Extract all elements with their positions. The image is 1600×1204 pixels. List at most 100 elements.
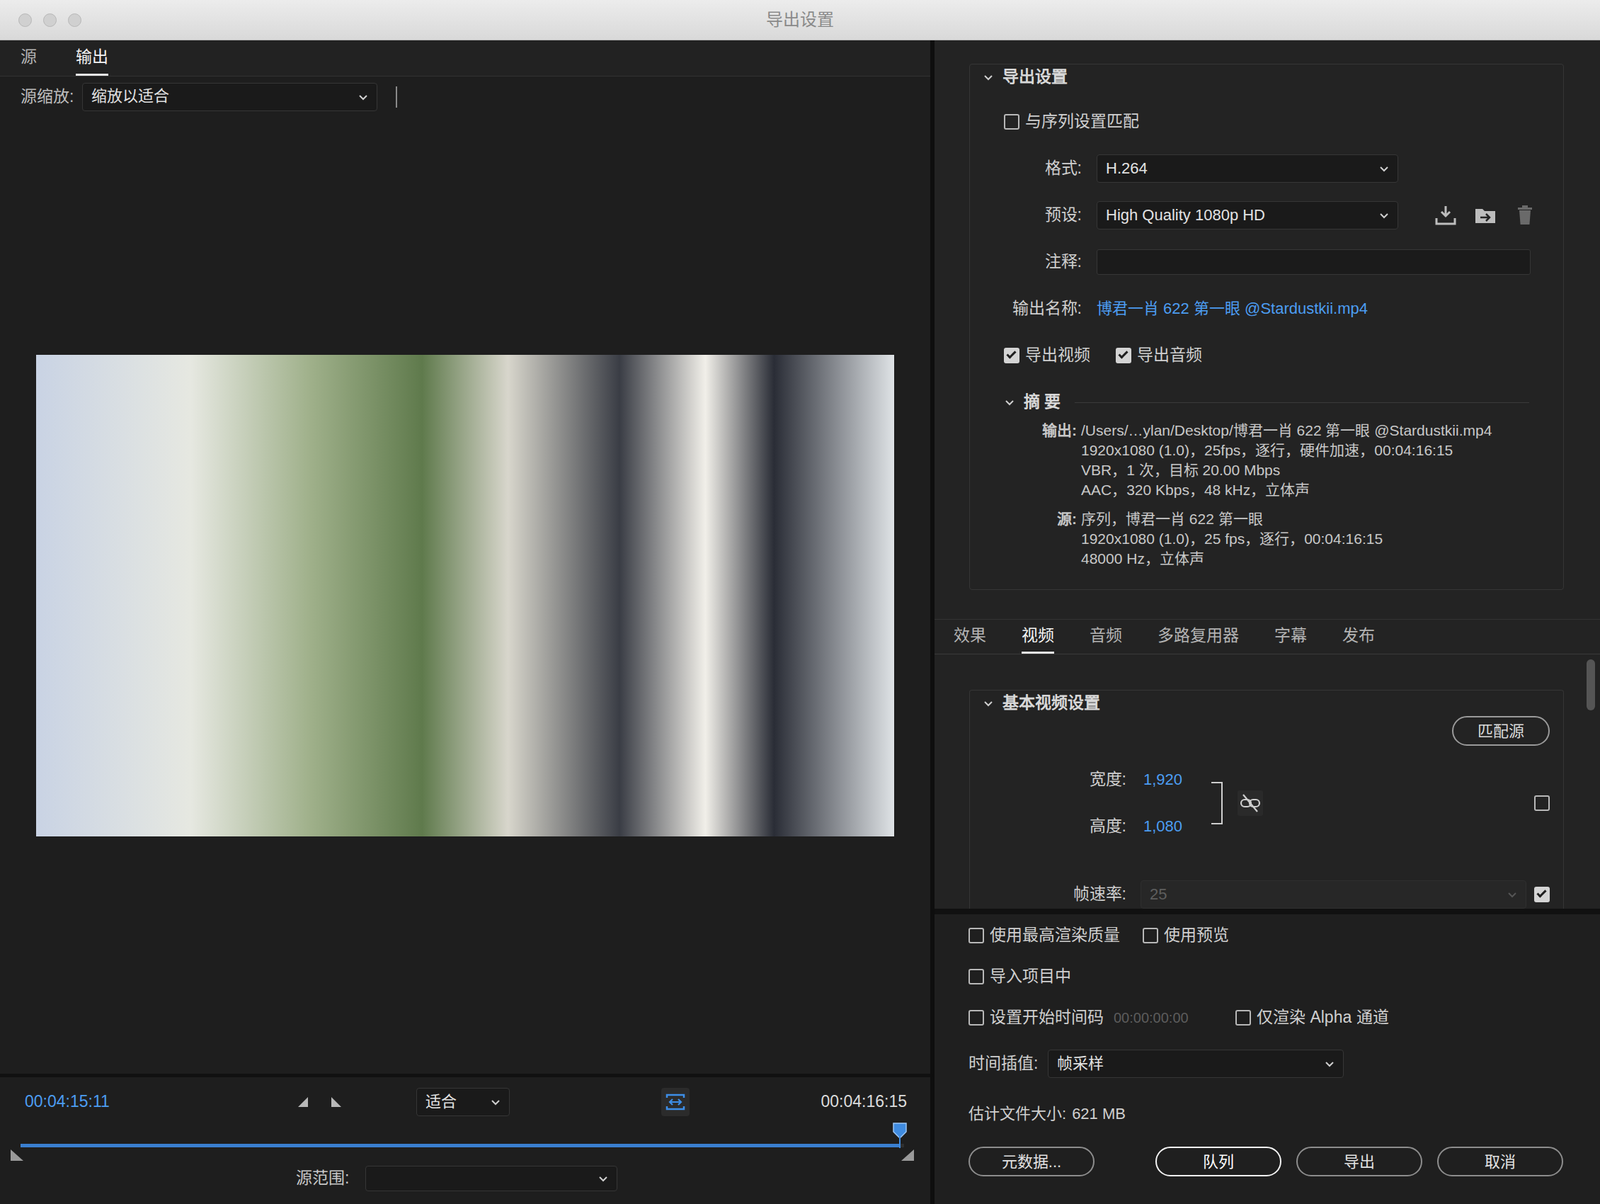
export-settings-header[interactable]: 导出设置 [982, 64, 1551, 90]
summary: 输出:/Users/…ylan/Desktop/博君一肖 622 第一眼 @St… [982, 420, 1551, 569]
preview-tabs: 源 输出 [0, 40, 931, 77]
source-scaling-row: 源缩放: 缩放以适合 [0, 76, 931, 117]
summary-line: VBR，1 次，目标 20.00 Mbps [1081, 460, 1551, 480]
action-button[interactable]: 导出 [1296, 1146, 1423, 1176]
chain-link-icon[interactable] [1237, 790, 1264, 816]
output-name-link[interactable]: 博君一肖 622 第一眼 @Stardustkii.mp4 [1096, 298, 1368, 320]
render-option[interactable]: 使用预览 [1142, 924, 1230, 946]
zoom-button[interactable] [67, 13, 82, 27]
export-settings-section: 导出设置 与序列设置匹配 格式: H.264 [969, 63, 1564, 590]
match-sequence-checkbox[interactable] [1003, 113, 1020, 130]
frame-rate-label: 帧速率: [982, 883, 1127, 905]
settings-tab[interactable]: 视频 [1021, 619, 1055, 654]
match-sequence-option[interactable]: 与序列设置匹配 [1003, 111, 1140, 133]
frame-rate-checkbox[interactable] [1534, 886, 1550, 902]
frame-rate-select[interactable]: 25 [1140, 880, 1527, 909]
format-label: 格式: [982, 157, 1082, 180]
action-button[interactable]: 队列 [1155, 1146, 1282, 1176]
current-timecode[interactable]: 00:04:15:11 [24, 1090, 296, 1113]
settings-tab[interactable]: 字幕 [1274, 619, 1307, 654]
action-button[interactable]: 取消 [1437, 1146, 1564, 1176]
settings-pane: 导出设置 与序列设置匹配 格式: H.264 [934, 40, 1600, 1204]
render-option-checkbox[interactable] [968, 1009, 985, 1026]
summary-line: 1920x1080 (1.0)，25 fps，逐行，00:04:16:15 [1081, 528, 1551, 549]
preview-tab[interactable]: 源 [20, 40, 37, 76]
export-settings-title: 导出设置 [1002, 66, 1068, 88]
delete-preset-icon[interactable] [1512, 202, 1538, 228]
out-point-icon[interactable] [901, 1149, 914, 1161]
dropdown-chevron-icon [1507, 889, 1518, 900]
dropdown-chevron-icon [1379, 210, 1390, 221]
render-option[interactable]: 导入项目中 [968, 965, 1143, 987]
render-option-row: 使用最高渲染质量 使用预览 [968, 922, 1600, 948]
match-sequence-label: 与序列设置匹配 [1025, 111, 1140, 133]
settings-tab[interactable]: 效果 [953, 619, 987, 654]
settings-tab[interactable]: 音频 [1089, 619, 1123, 654]
export-video-label: 导出视频 [1025, 344, 1091, 367]
action-button[interactable]: 元数据... [968, 1146, 1095, 1176]
text-cursor [395, 86, 398, 108]
render-option-row: 设置开始时间码 00:00:00:00 仅渲染 Alpha 通道 [968, 1004, 1600, 1031]
render-options: 使用最高渲染质量 使用预览导入项目中设置开始时间码 00:00:00:00 仅渲染 A… [934, 913, 1600, 1204]
render-option[interactable]: 设置开始时间码 00:00:00:00 [968, 1006, 1236, 1028]
summary-lines: 序列，博君一肖 622 第一眼1920x1080 (1.0)，25 fps，逐行… [1081, 509, 1551, 569]
expand-chevron-icon[interactable] [982, 697, 994, 709]
source-range-select[interactable] [365, 1165, 618, 1191]
format-select[interactable]: H.264 [1096, 154, 1399, 183]
playhead-icon[interactable] [892, 1122, 907, 1148]
render-option[interactable]: 使用最高渲染质量 [968, 924, 1143, 946]
comments-label: 注释: [982, 251, 1082, 273]
export-audio-option[interactable]: 导出音频 [1115, 344, 1203, 367]
time-interpolation-select[interactable]: 帧采样 [1047, 1049, 1344, 1078]
preview-frame [36, 354, 895, 837]
render-option-label: 使用最高渲染质量 [989, 924, 1120, 946]
timeline-track[interactable] [20, 1143, 905, 1147]
settings-tabs: 效果视频音频多路复用器字幕发布 [934, 618, 1600, 655]
settings-tab[interactable]: 发布 [1342, 619, 1375, 654]
summary-label: 源: [982, 509, 1077, 569]
render-option-checkbox[interactable] [1235, 1009, 1251, 1026]
minimize-button[interactable] [43, 13, 57, 27]
comments-field[interactable] [1096, 249, 1531, 275]
save-preset-icon[interactable] [1432, 202, 1459, 228]
start-timecode-value[interactable]: 00:00:00:00 [1113, 1008, 1189, 1027]
scrollbar[interactable] [1584, 654, 1598, 909]
match-source-button[interactable]: 匹配源 [1452, 715, 1550, 746]
render-option-label: 设置开始时间码 [989, 1006, 1104, 1028]
scrollbar-thumb[interactable] [1586, 659, 1596, 711]
summary-header[interactable]: 摘 要 [982, 387, 1551, 417]
file-size-value: 621 MB [1071, 1103, 1126, 1125]
window-title: 导出设置 [117, 8, 1483, 31]
mark-in-icon[interactable] [295, 1094, 311, 1109]
render-option-checkbox[interactable] [968, 968, 985, 985]
close-button[interactable] [18, 13, 32, 27]
preset-label: 预设: [982, 204, 1082, 226]
export-settings-window: 导出设置 源 输出 源缩放: 缩放以适合 00:04:15:11 [0, 0, 1600, 1204]
dropdown-chevron-icon [598, 1173, 609, 1184]
render-option[interactable]: 仅渲染 Alpha 通道 [1235, 1006, 1390, 1028]
mark-out-icon[interactable] [329, 1094, 344, 1109]
export-video-option[interactable]: 导出视频 [1003, 344, 1091, 367]
summary-line: 序列，博君一肖 622 第一眼 [1081, 509, 1551, 529]
expand-chevron-icon[interactable] [982, 71, 994, 83]
expand-chevron-icon[interactable] [1003, 396, 1016, 408]
zoom-select[interactable]: 适合 [416, 1087, 510, 1116]
aspect-correction-icon[interactable] [661, 1087, 690, 1116]
summary-line: 48000 Hz，立体声 [1081, 548, 1551, 569]
resize-checkbox[interactable] [1534, 795, 1550, 811]
width-value[interactable]: 1,920 [1143, 769, 1212, 791]
render-option-checkbox[interactable] [968, 927, 985, 944]
video-settings-header[interactable]: 基本视频设置 [982, 690, 1550, 716]
in-point-icon[interactable] [10, 1149, 24, 1161]
render-option-checkbox[interactable] [1142, 927, 1159, 944]
height-value[interactable]: 1,080 [1143, 816, 1212, 837]
render-option-label: 使用预览 [1163, 924, 1230, 946]
import-preset-icon[interactable] [1472, 202, 1499, 228]
export-audio-checkbox[interactable] [1115, 347, 1132, 364]
summary-line: 1920x1080 (1.0)，25fps，逐行，硬件加速，00:04:16:1… [1081, 440, 1551, 461]
settings-tab[interactable]: 多路复用器 [1157, 619, 1239, 654]
export-video-checkbox[interactable] [1003, 347, 1020, 364]
preview-tab[interactable]: 输出 [75, 40, 109, 76]
preset-select[interactable]: High Quality 1080p HD [1096, 201, 1399, 230]
source-scaling-select[interactable]: 缩放以适合 [82, 82, 378, 112]
